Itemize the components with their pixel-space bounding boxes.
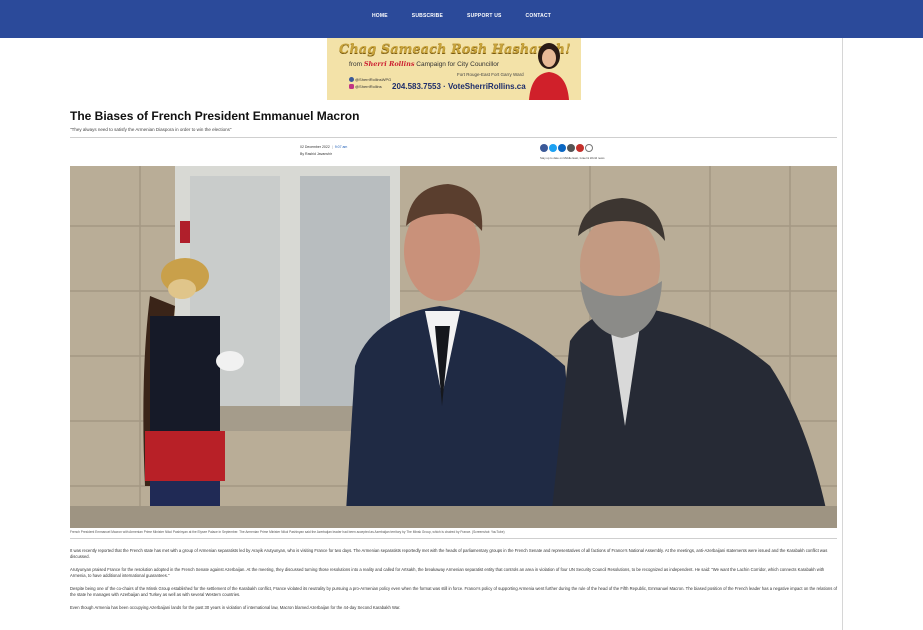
article-title: The Biases of French President Emmanuel … bbox=[70, 109, 360, 123]
ad-from-text: from bbox=[349, 61, 362, 68]
article-paragraph: It was recently reported that the French… bbox=[70, 548, 828, 559]
caption-divider bbox=[70, 538, 837, 539]
nav-item-home[interactable]: HOME bbox=[360, 13, 400, 19]
photo-caption: French President Emmanuel Macron with Ar… bbox=[70, 530, 505, 534]
campaign-ad-banner[interactable]: Chag Sameach Rosh Hashanah! from Sherri … bbox=[327, 38, 581, 100]
sidebar-divider bbox=[842, 38, 843, 630]
ad-subheadline: from Sherri Rollins Campaign for City Co… bbox=[349, 60, 499, 68]
nav-item-support-us[interactable]: SUPPORT US bbox=[455, 13, 514, 19]
nav-menu: HOME SUBSCRIBE SUPPORT US CONTACT bbox=[0, 0, 923, 19]
article-date: 02 December 2022 bbox=[300, 145, 330, 149]
share-buttons bbox=[540, 144, 593, 152]
ad-phone-website: 204.583.7553 · VoteSherriRollins.ca bbox=[392, 82, 526, 91]
article-body: It was recently reported that the French… bbox=[70, 548, 837, 618]
print-share-icon[interactable] bbox=[576, 144, 584, 152]
instagram-icon bbox=[349, 84, 354, 90]
nav-item-subscribe[interactable]: SUBSCRIBE bbox=[400, 13, 455, 19]
ad-social-handles: @SherriRollinsWPG @SherriRollins bbox=[349, 76, 391, 90]
facebook-icon bbox=[349, 77, 354, 83]
ad-campaign-text: Campaign for City Councillor bbox=[416, 61, 500, 68]
article-byline: By Rashid Javanshir bbox=[300, 152, 332, 156]
article-paragraph: Despite being one of the co-chairs of th… bbox=[70, 586, 837, 597]
article-photo bbox=[70, 166, 837, 528]
article-paragraph: Arutyunyan praised France for the resolu… bbox=[70, 567, 825, 578]
ad-social-handle-instagram: @SherriRollins bbox=[355, 84, 382, 89]
article-meta: 02 December 2022 | 9:07 am By Rashid Javan… bbox=[300, 145, 348, 156]
title-divider bbox=[70, 137, 837, 138]
article-paragraph: Even though Armenia has been occupying A… bbox=[70, 605, 401, 610]
ad-social-handle-facebook: @SherriRollinsWPG bbox=[355, 77, 392, 82]
linkedin-share-icon[interactable] bbox=[558, 144, 566, 152]
article-subtitle: "They always need to satisfy the Armenia… bbox=[70, 127, 232, 132]
article-time[interactable]: 9:07 am bbox=[335, 145, 348, 149]
article: The Biases of French President Emmanuel … bbox=[70, 108, 837, 610]
facebook-share-icon[interactable] bbox=[540, 144, 548, 152]
ad-ward: Fort Rouge-East Fort Garry Ward bbox=[457, 72, 524, 77]
ad-candidate-name: Sherri Rollins bbox=[363, 60, 415, 68]
nav-item-contact[interactable]: CONTACT bbox=[514, 13, 563, 19]
share-icon[interactable] bbox=[585, 144, 593, 152]
candidate-portrait bbox=[529, 43, 569, 100]
top-navigation-bar: HOME SUBSCRIBE SUPPORT US CONTACT bbox=[0, 0, 923, 38]
share-caption: Stay up to date on Middle East, Israel &… bbox=[540, 156, 605, 160]
email-share-icon[interactable] bbox=[567, 144, 575, 152]
photo-macron-pashinyan bbox=[70, 166, 837, 528]
twitter-share-icon[interactable] bbox=[549, 144, 557, 152]
